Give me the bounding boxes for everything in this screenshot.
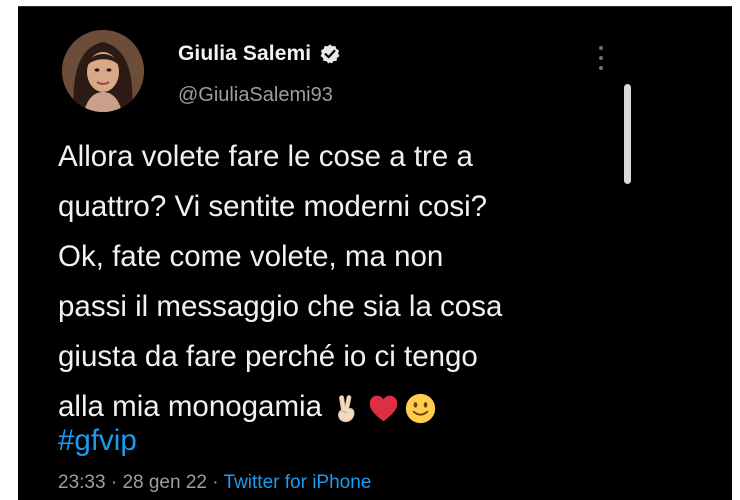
tweet-card: Giulia Salemi @GiuliaSalemi93 Allora vol… xyxy=(18,6,732,500)
tweet-text-line: Allora volete fare le cose a tre a xyxy=(58,140,473,173)
tweet-text: Allora volete fare le cose a tre a quatt… xyxy=(58,132,638,432)
tweet-text-line: alla mia monogamia xyxy=(58,390,322,423)
tweet-meta: 23:33 · 28 gen 22 · Twitter for iPhone xyxy=(58,472,371,494)
tweet-source-link[interactable]: Twitter for iPhone xyxy=(224,472,372,493)
meta-separator: · xyxy=(206,472,224,493)
user-handle[interactable]: @GiuliaSalemi93 xyxy=(178,84,333,107)
smiling-face-icon xyxy=(405,393,436,423)
tweet-time[interactable]: 23:33 xyxy=(58,472,106,493)
red-heart-icon xyxy=(369,395,398,422)
tweet-text-line: giusta da fare perché io ci tengo xyxy=(58,340,478,373)
tweet-text-line: passi il messaggio che sia la cosa xyxy=(58,290,503,323)
top-divider xyxy=(18,6,732,7)
tweet-text-line: quattro? Vi sentite moderni cosi? xyxy=(58,190,488,223)
display-name[interactable]: Giulia Salemi xyxy=(178,42,311,66)
victory-hand-icon xyxy=(338,394,355,422)
tweet-text-line-last: alla mia monogamia xyxy=(58,382,638,432)
hashtag-link[interactable]: #gfvip xyxy=(58,424,137,458)
avatar[interactable] xyxy=(62,30,144,112)
meta-separator: · xyxy=(105,472,123,493)
verified-badge-icon xyxy=(320,44,340,64)
screenshot-frame: Giulia Salemi @GiuliaSalemi93 Allora vol… xyxy=(0,0,740,500)
name-row: Giulia Salemi xyxy=(178,42,341,66)
tweet-text-line: Ok, fate come volete, ma non xyxy=(58,240,444,273)
avatar-image xyxy=(62,30,144,112)
tweet-date[interactable]: 28 gen 22 xyxy=(122,472,207,493)
emoji-row xyxy=(330,392,441,425)
more-options-icon[interactable] xyxy=(596,44,606,72)
